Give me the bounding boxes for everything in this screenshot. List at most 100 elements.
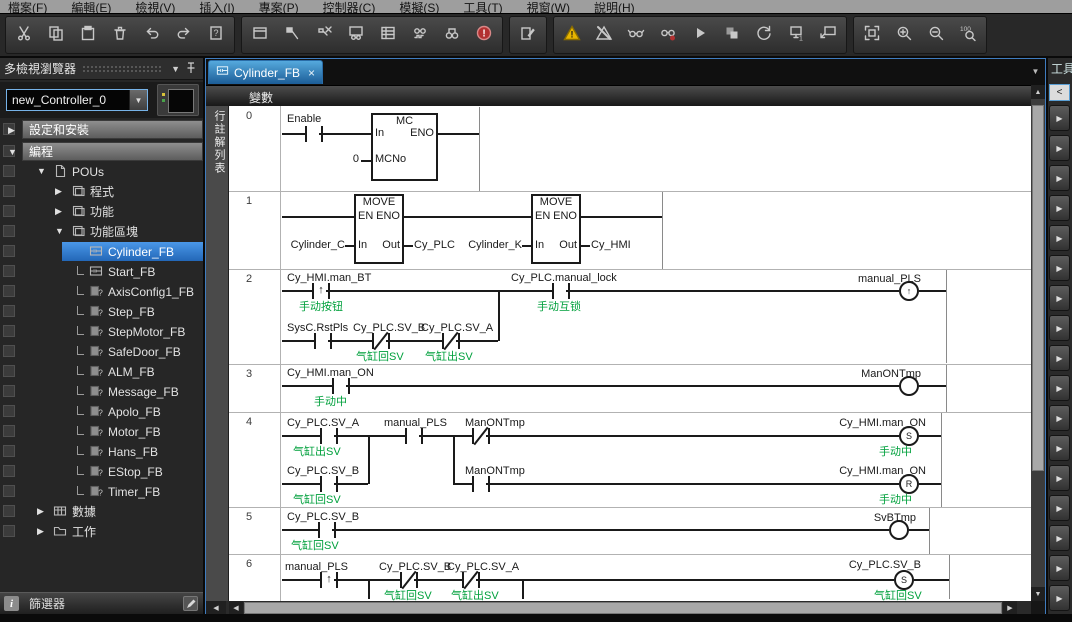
- sidebar-section--[interactable]: 設定和安裝: [22, 120, 203, 139]
- menu-item-3[interactable]: 檢視(V): [135, 0, 175, 13]
- edit-variable-button[interactable]: [513, 19, 543, 51]
- operand-label[interactable]: 0: [353, 153, 359, 166]
- operand-label[interactable]: MCNo: [375, 153, 406, 166]
- scroll-right-icon[interactable]: ▶: [1003, 601, 1017, 615]
- toolbox-expand-button[interactable]: ▶: [1049, 375, 1070, 401]
- zoom-out-button[interactable]: [921, 19, 951, 51]
- operand-label[interactable]: ManONTmp: [465, 465, 525, 478]
- toolbox-expand-button[interactable]: ▶: [1049, 315, 1070, 341]
- chevron-collapsed-icon[interactable]: ▶: [37, 505, 44, 517]
- chevron-expanded-icon[interactable]: ▼: [37, 165, 46, 177]
- toolbox-expand-button[interactable]: ▶: [1049, 555, 1070, 581]
- chevron-collapsed-icon[interactable]: ▶: [37, 525, 44, 537]
- window-button[interactable]: [245, 19, 275, 51]
- rung-number[interactable]: 1: [229, 195, 269, 207]
- toolbox-expand-button[interactable]: ▶: [1049, 135, 1070, 161]
- rung-number[interactable]: 4: [229, 416, 269, 428]
- operand-label[interactable]: Cy_PLC.SV_B: [287, 465, 359, 478]
- operand-label[interactable]: Cy_PLC.SV_B: [353, 322, 425, 335]
- operand-label[interactable]: Cy_HMI.man_ON: [287, 367, 374, 380]
- chevron-expanded-icon[interactable]: ▼: [8, 146, 17, 158]
- zoom-100-button[interactable]: 100: [953, 19, 983, 51]
- operand-label[interactable]: In: [375, 127, 384, 140]
- run-button[interactable]: [685, 19, 715, 51]
- vertical-scrollbar-thumb[interactable]: [1032, 105, 1044, 471]
- sidebar-item-step-fb[interactable]: Step_FB: [108, 303, 155, 321]
- toolbox-expand-button[interactable]: ▶: [1049, 585, 1070, 611]
- chevron-collapsed-icon[interactable]: ▶: [8, 124, 15, 136]
- operand-label[interactable]: Cy_PLC.SV_B: [849, 559, 921, 572]
- operand-label[interactable]: Cy_HMI: [591, 239, 631, 252]
- pane-left-icon[interactable]: ◀: [206, 601, 226, 615]
- delete-button[interactable]: [105, 19, 135, 51]
- toolbox-expand-button[interactable]: ▶: [1049, 285, 1070, 311]
- toolbox-expand-button[interactable]: ▶: [1049, 435, 1070, 461]
- sidebar-item-pous[interactable]: POUs: [72, 163, 104, 181]
- horizontal-scrollbar[interactable]: ◀ ◀ ▶: [206, 601, 1045, 615]
- zoom-fit-button[interactable]: [857, 19, 887, 51]
- sidebar-item-stepmotor-fb[interactable]: StepMotor_FB: [108, 323, 185, 341]
- controller-monitor-button[interactable]: 1: [781, 19, 811, 51]
- troubleshoot-button[interactable]: !: [469, 19, 499, 51]
- operand-label[interactable]: EN: [358, 210, 373, 223]
- synchronize-button[interactable]: [749, 19, 779, 51]
- check-program-button[interactable]: [621, 19, 651, 51]
- set-coil[interactable]: S: [894, 570, 914, 590]
- operand-label[interactable]: ManONTmp: [465, 417, 525, 430]
- scroll-up-icon[interactable]: ▲: [1031, 85, 1045, 99]
- scroll-down-icon[interactable]: ▼: [1031, 587, 1045, 601]
- menu-item-5[interactable]: 專案(P): [259, 0, 299, 13]
- operand-label[interactable]: Cy_PLC.SV_A: [287, 417, 359, 430]
- monitor-button[interactable]: [341, 19, 371, 51]
- sidebar-item--[interactable]: 數據: [72, 503, 96, 521]
- operand-label[interactable]: Cy_PLC.manual_lock: [511, 272, 617, 285]
- chevron-collapsed-icon[interactable]: ▶: [55, 205, 62, 217]
- drag-grip[interactable]: [82, 65, 162, 73]
- operand-label[interactable]: ManONTmp: [861, 368, 921, 381]
- rung-number[interactable]: 6: [229, 558, 269, 570]
- toolbox-expand-button[interactable]: ▶: [1049, 255, 1070, 281]
- chevron-down-icon[interactable]: ▼: [129, 90, 147, 110]
- scroll-left-icon[interactable]: ◀: [229, 601, 243, 615]
- sidebar-item-apolo-fb[interactable]: Apolo_FB: [108, 403, 161, 421]
- operand-label[interactable]: Out: [382, 239, 400, 252]
- sidebar-item-cylinder-fb[interactable]: Cylinder_FB: [108, 243, 174, 261]
- variables-header[interactable]: 變數: [206, 85, 1031, 106]
- tab-cylinder-fb[interactable]: Cylinder_FB ×: [208, 60, 323, 84]
- operand-label[interactable]: Cylinder_C: [291, 239, 345, 252]
- operand-label[interactable]: Cy_PLC.SV_B: [379, 561, 451, 574]
- rung-number[interactable]: 3: [229, 368, 269, 380]
- sidebar-item--[interactable]: 功能區塊: [90, 223, 138, 241]
- rung-number[interactable]: 0: [229, 110, 269, 122]
- pin-icon[interactable]: [183, 62, 199, 76]
- rung-number[interactable]: 2: [229, 273, 269, 285]
- chevron-down-icon[interactable]: ▼: [168, 64, 183, 74]
- operand-label[interactable]: In: [535, 239, 544, 252]
- toolbox-expand-button[interactable]: ▶: [1049, 195, 1070, 221]
- redo-button[interactable]: [169, 19, 199, 51]
- search-button[interactable]: [437, 19, 467, 51]
- toolbox-expand-button[interactable]: ▶: [1049, 405, 1070, 431]
- toolbox-expand-button[interactable]: ▶: [1049, 465, 1070, 491]
- operand-label[interactable]: Cy_PLC.SV_A: [447, 561, 519, 574]
- operand-label[interactable]: Cy_HMI.man_ON: [839, 465, 926, 478]
- chevron-collapsed-icon[interactable]: ▶: [55, 185, 62, 197]
- toolbox-expand-button[interactable]: ▶: [1049, 345, 1070, 371]
- differential-monitor-button[interactable]: [405, 19, 435, 51]
- toolbox-expand-button[interactable]: ▶: [1049, 225, 1070, 251]
- operand-label[interactable]: manual_PLS: [285, 561, 348, 574]
- help-document-button[interactable]: ?: [201, 19, 231, 51]
- rung-comment-strip[interactable]: 行註解列表: [206, 106, 229, 601]
- operand-label[interactable]: Cy_HMI.man_ON: [839, 417, 926, 430]
- operand-label[interactable]: SvBTmp: [874, 512, 916, 525]
- close-icon[interactable]: ×: [305, 67, 315, 79]
- filter-bar[interactable]: i 篩選器: [0, 592, 203, 614]
- operand-label[interactable]: In: [358, 239, 367, 252]
- sidebar-section--[interactable]: 編程: [22, 142, 203, 161]
- transfer-button[interactable]: [717, 19, 747, 51]
- undo-button[interactable]: [137, 19, 167, 51]
- menu-item-9[interactable]: 視窗(W): [527, 0, 570, 13]
- operand-label[interactable]: SysC.RstPls: [287, 322, 348, 335]
- operand-label[interactable]: manual_PLS: [384, 417, 447, 430]
- sidebar-item-safedoor-fb[interactable]: SafeDoor_FB: [108, 343, 181, 361]
